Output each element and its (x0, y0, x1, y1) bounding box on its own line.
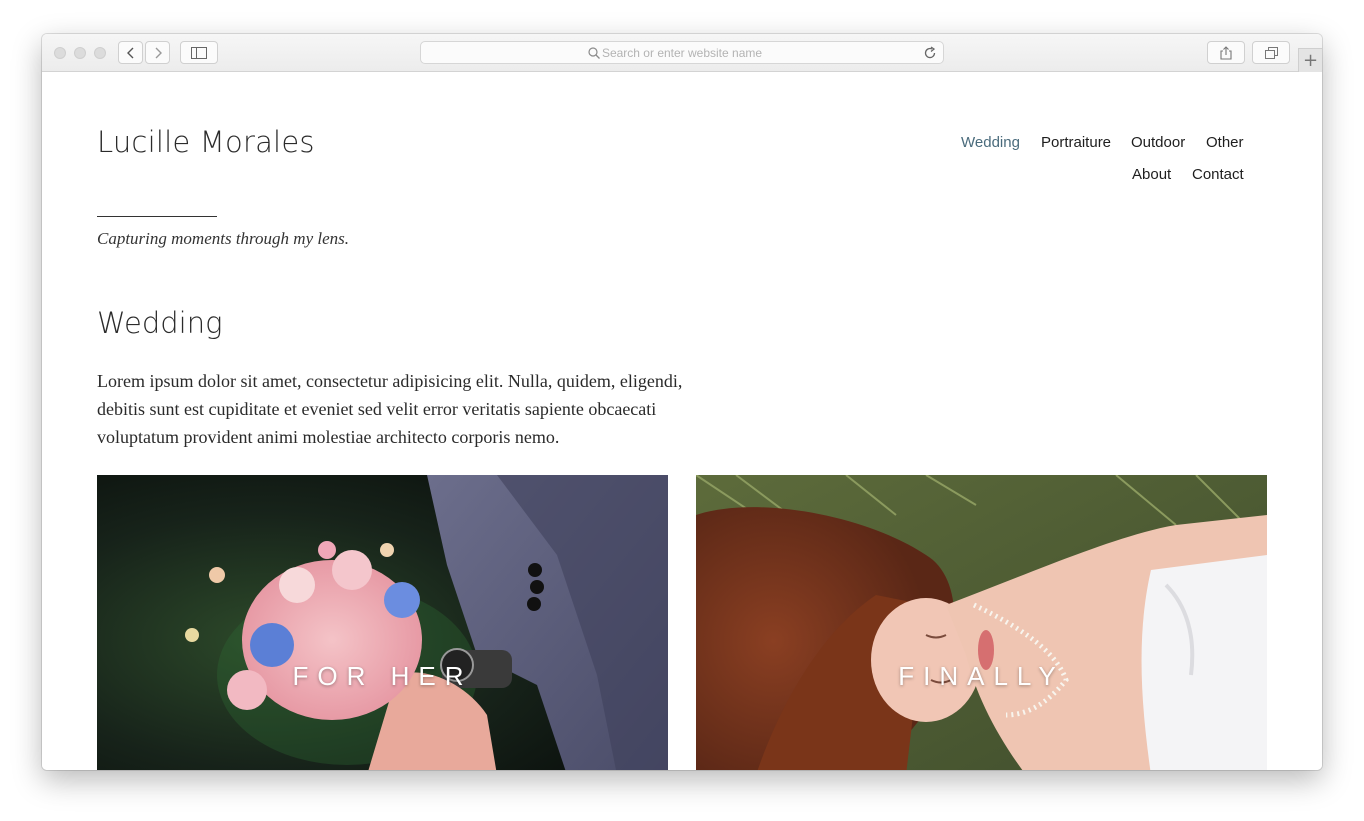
nav-item-wedding[interactable]: Wedding (961, 134, 1020, 151)
title-divider (97, 216, 217, 217)
address-bar[interactable] (420, 41, 944, 64)
zoom-window-button[interactable] (94, 47, 106, 59)
bride-photo-icon (696, 475, 1267, 770)
sidebar-toggle-button[interactable] (180, 41, 218, 64)
back-button[interactable] (118, 41, 143, 64)
page-content: Lucille Morales Capturing moments throug… (42, 72, 1322, 770)
browser-toolbar: + (42, 34, 1322, 72)
gallery-card-label: FOR HER (292, 661, 473, 691)
tabs-icon (1264, 46, 1278, 59)
sidebar-icon (191, 46, 207, 59)
chevron-left-icon (126, 47, 133, 58)
close-window-button[interactable] (54, 47, 66, 59)
reload-icon[interactable] (923, 46, 937, 60)
minimize-window-button[interactable] (74, 47, 86, 59)
gallery-card-finally[interactable]: FINALLY (696, 475, 1267, 770)
nav-item-contact[interactable]: Contact (1192, 166, 1244, 183)
site-title[interactable]: Lucille Morales (97, 125, 315, 159)
address-input[interactable] (421, 42, 943, 63)
bouquet-photo-icon (97, 475, 668, 770)
tabs-overview-button[interactable] (1252, 41, 1290, 64)
gallery-card-for-her[interactable]: FOR HER (97, 475, 668, 770)
share-icon (1220, 45, 1232, 60)
nav-item-outdoor[interactable]: Outdoor (1131, 134, 1185, 151)
gallery-card-label: FINALLY (898, 661, 1065, 691)
intro-paragraph: Lorem ipsum dolor sit amet, consectetur … (97, 371, 683, 447)
nav-item-portraiture[interactable]: Portraiture (1041, 134, 1111, 151)
share-button[interactable] (1207, 41, 1245, 64)
forward-button[interactable] (145, 41, 170, 64)
site-tagline: Capturing moments through my lens. (97, 229, 350, 248)
nav-item-about[interactable]: About (1132, 166, 1171, 183)
page-heading: Wedding (97, 306, 223, 340)
chevron-right-icon (155, 47, 162, 58)
browser-window: + Lucille Morales Capturing moments thro… (42, 34, 1322, 770)
new-tab-button[interactable]: + (1298, 48, 1322, 72)
nav-item-other[interactable]: Other (1206, 134, 1244, 151)
